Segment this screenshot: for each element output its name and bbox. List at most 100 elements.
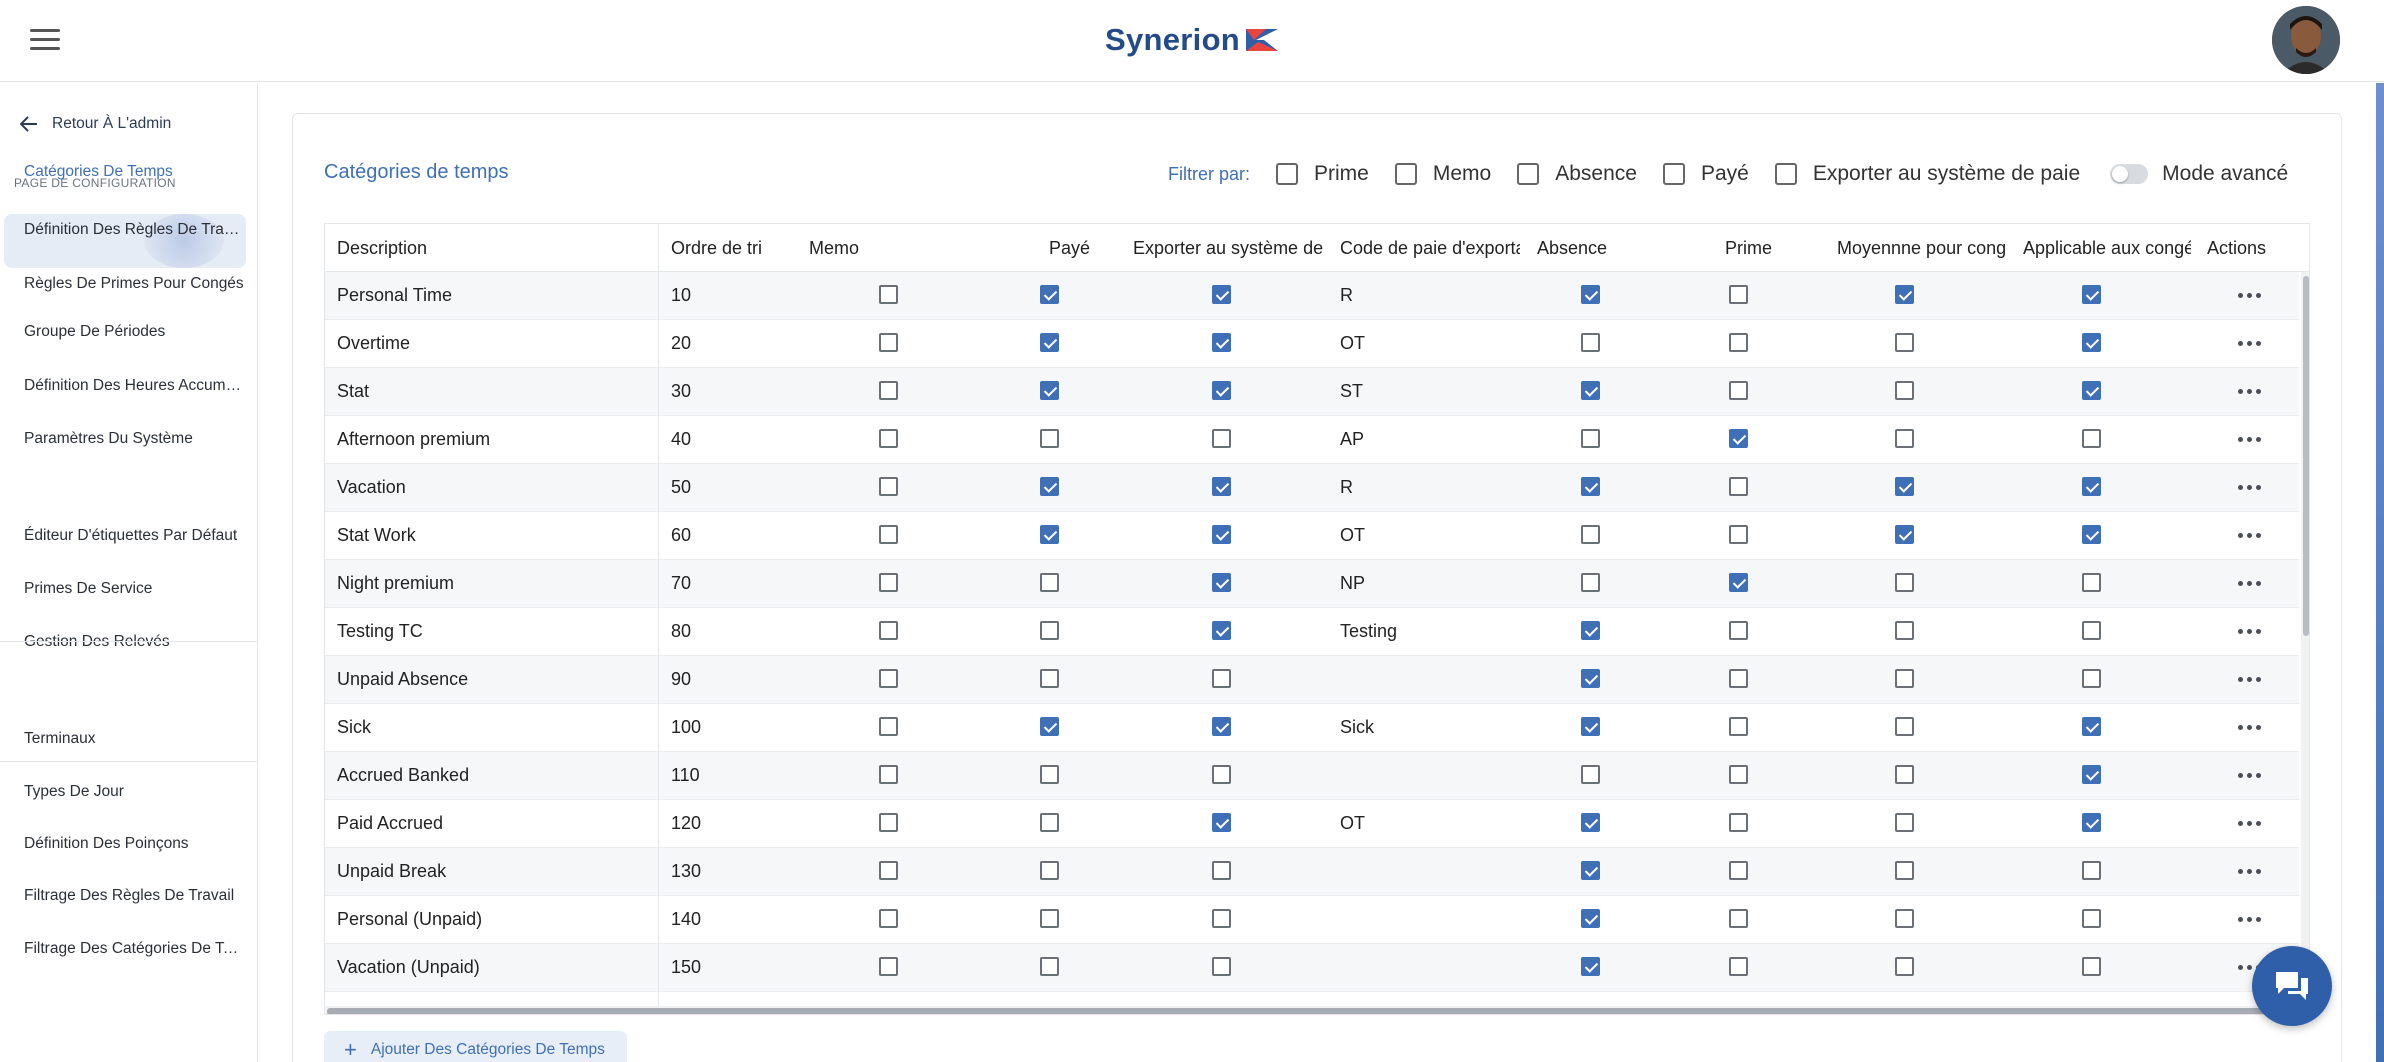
prime-checkbox[interactable] — [1729, 333, 1748, 352]
paid-checkbox[interactable] — [1040, 381, 1059, 400]
column-header[interactable]: Prime — [1675, 224, 1821, 272]
table-row[interactable]: Overtime 20 OT — [325, 320, 2299, 368]
absence-checkbox[interactable] — [1581, 477, 1600, 496]
average-checkbox[interactable] — [1895, 765, 1914, 784]
absence-checkbox[interactable] — [1581, 285, 1600, 304]
average-checkbox[interactable] — [1895, 429, 1914, 448]
column-header[interactable]: Code de paie d'exportation — [1328, 224, 1520, 272]
memo-checkbox[interactable] — [879, 477, 898, 496]
prime-checkbox[interactable] — [1729, 765, 1748, 784]
row-actions-more-icon[interactable] — [2229, 368, 2269, 415]
applicable-checkbox[interactable] — [2082, 333, 2101, 352]
column-header[interactable]: Memo — [797, 224, 955, 272]
table-row[interactable]: Personal Time 10 R — [325, 272, 2299, 320]
paid-checkbox[interactable] — [1040, 765, 1059, 784]
filter-option[interactable]: Payé — [1662, 162, 1749, 186]
memo-checkbox[interactable] — [879, 621, 898, 640]
filter-checkbox[interactable] — [1394, 163, 1417, 185]
applicable-checkbox[interactable] — [2082, 429, 2101, 448]
table-row[interactable]: Unpaid Break 130 — [325, 848, 2299, 896]
paid-checkbox[interactable] — [1040, 573, 1059, 592]
absence-checkbox[interactable] — [1581, 333, 1600, 352]
column-header[interactable]: Absence — [1525, 224, 1671, 272]
export-checkbox[interactable] — [1212, 573, 1231, 592]
horizontal-scrollbar[interactable] — [325, 1006, 2301, 1014]
sidebar-item[interactable]: Paramètres Du Système — [24, 429, 246, 449]
user-avatar[interactable] — [2272, 6, 2340, 74]
export-checkbox[interactable] — [1212, 909, 1231, 928]
export-checkbox[interactable] — [1212, 525, 1231, 544]
paid-checkbox[interactable] — [1040, 669, 1059, 688]
row-actions-more-icon[interactable] — [2229, 896, 2269, 943]
add-time-category-button[interactable]: + Ajouter Des Catégories De Temps — [324, 1031, 627, 1062]
export-checkbox[interactable] — [1212, 669, 1231, 688]
export-checkbox[interactable] — [1212, 333, 1231, 352]
memo-checkbox[interactable] — [879, 669, 898, 688]
synerion-logo[interactable]: Synerion — [1105, 18, 1280, 62]
absence-checkbox[interactable] — [1581, 717, 1600, 736]
table-row[interactable]: Afternoon premium 40 AP — [325, 416, 2299, 464]
average-checkbox[interactable] — [1895, 573, 1914, 592]
column-header[interactable]: Ordre de tri — [659, 224, 793, 272]
column-header[interactable]: Exporter au système de paie — [1121, 224, 1323, 272]
paid-checkbox[interactable] — [1040, 813, 1059, 832]
row-actions-more-icon[interactable] — [2229, 800, 2269, 847]
table-row[interactable]: Unpaid Absence 90 — [325, 656, 2299, 704]
sidebar-item[interactable]: Catégories De Temps — [24, 162, 246, 182]
memo-checkbox[interactable] — [879, 381, 898, 400]
absence-checkbox[interactable] — [1581, 909, 1600, 928]
column-header[interactable]: Description — [325, 224, 655, 272]
column-header[interactable]: Applicable aux congés — [2011, 224, 2191, 272]
applicable-checkbox[interactable] — [2082, 861, 2101, 880]
export-checkbox[interactable] — [1212, 717, 1231, 736]
paid-checkbox[interactable] — [1040, 333, 1059, 352]
applicable-checkbox[interactable] — [2082, 477, 2101, 496]
export-checkbox[interactable] — [1212, 429, 1231, 448]
sidebar-item[interactable]: Filtrage Des Règles De Travail — [24, 886, 246, 906]
average-checkbox[interactable] — [1895, 285, 1914, 304]
applicable-checkbox[interactable] — [2082, 621, 2101, 640]
sidebar-item[interactable]: Primes De Service — [24, 579, 246, 599]
row-actions-more-icon[interactable] — [2229, 512, 2269, 559]
prime-checkbox[interactable] — [1729, 621, 1748, 640]
prime-checkbox[interactable] — [1729, 813, 1748, 832]
prime-checkbox[interactable] — [1729, 573, 1748, 592]
column-header[interactable]: Actions — [2195, 224, 2295, 272]
filter-option[interactable]: Absence — [1517, 162, 1637, 186]
applicable-checkbox[interactable] — [2082, 909, 2101, 928]
table-row[interactable]: Night premium 70 NP — [325, 560, 2299, 608]
paid-checkbox[interactable] — [1040, 621, 1059, 640]
export-checkbox[interactable] — [1212, 477, 1231, 496]
applicable-checkbox[interactable] — [2082, 525, 2101, 544]
paid-checkbox[interactable] — [1040, 285, 1059, 304]
sidebar-item[interactable]: Filtrage Des Catégories De Temps — [24, 939, 246, 959]
sidebar-item[interactable]: Types De Jour — [24, 782, 246, 802]
sidebar-item[interactable]: Groupe De Périodes — [24, 322, 246, 342]
absence-checkbox[interactable] — [1581, 621, 1600, 640]
average-checkbox[interactable] — [1895, 669, 1914, 688]
sidebar-item[interactable]: Gestion Des Relevés — [24, 632, 246, 652]
memo-checkbox[interactable] — [879, 909, 898, 928]
table-row[interactable]: Accrued Banked 110 — [325, 752, 2299, 800]
sidebar-item[interactable]: Définition Des Poinçons — [24, 834, 246, 854]
absence-checkbox[interactable] — [1581, 429, 1600, 448]
row-actions-more-icon[interactable] — [2229, 656, 2269, 703]
applicable-checkbox[interactable] — [2082, 717, 2101, 736]
memo-checkbox[interactable] — [879, 813, 898, 832]
table-row[interactable]: Testing TC 80 Testing — [325, 608, 2299, 656]
table-row[interactable]: Personal (Unpaid) 140 — [325, 896, 2299, 944]
export-checkbox[interactable] — [1212, 285, 1231, 304]
paid-checkbox[interactable] — [1040, 525, 1059, 544]
filter-checkbox[interactable] — [1774, 163, 1797, 185]
memo-checkbox[interactable] — [879, 765, 898, 784]
average-checkbox[interactable] — [1895, 381, 1914, 400]
filter-checkbox[interactable] — [1662, 163, 1685, 185]
prime-checkbox[interactable] — [1729, 909, 1748, 928]
row-actions-more-icon[interactable] — [2229, 464, 2269, 511]
sidebar-item[interactable]: Terminaux — [24, 729, 246, 749]
row-actions-more-icon[interactable] — [2229, 752, 2269, 799]
filter-option[interactable]: Memo — [1394, 162, 1491, 186]
memo-checkbox[interactable] — [879, 333, 898, 352]
average-checkbox[interactable] — [1895, 525, 1914, 544]
filter-checkbox[interactable] — [1276, 163, 1299, 185]
